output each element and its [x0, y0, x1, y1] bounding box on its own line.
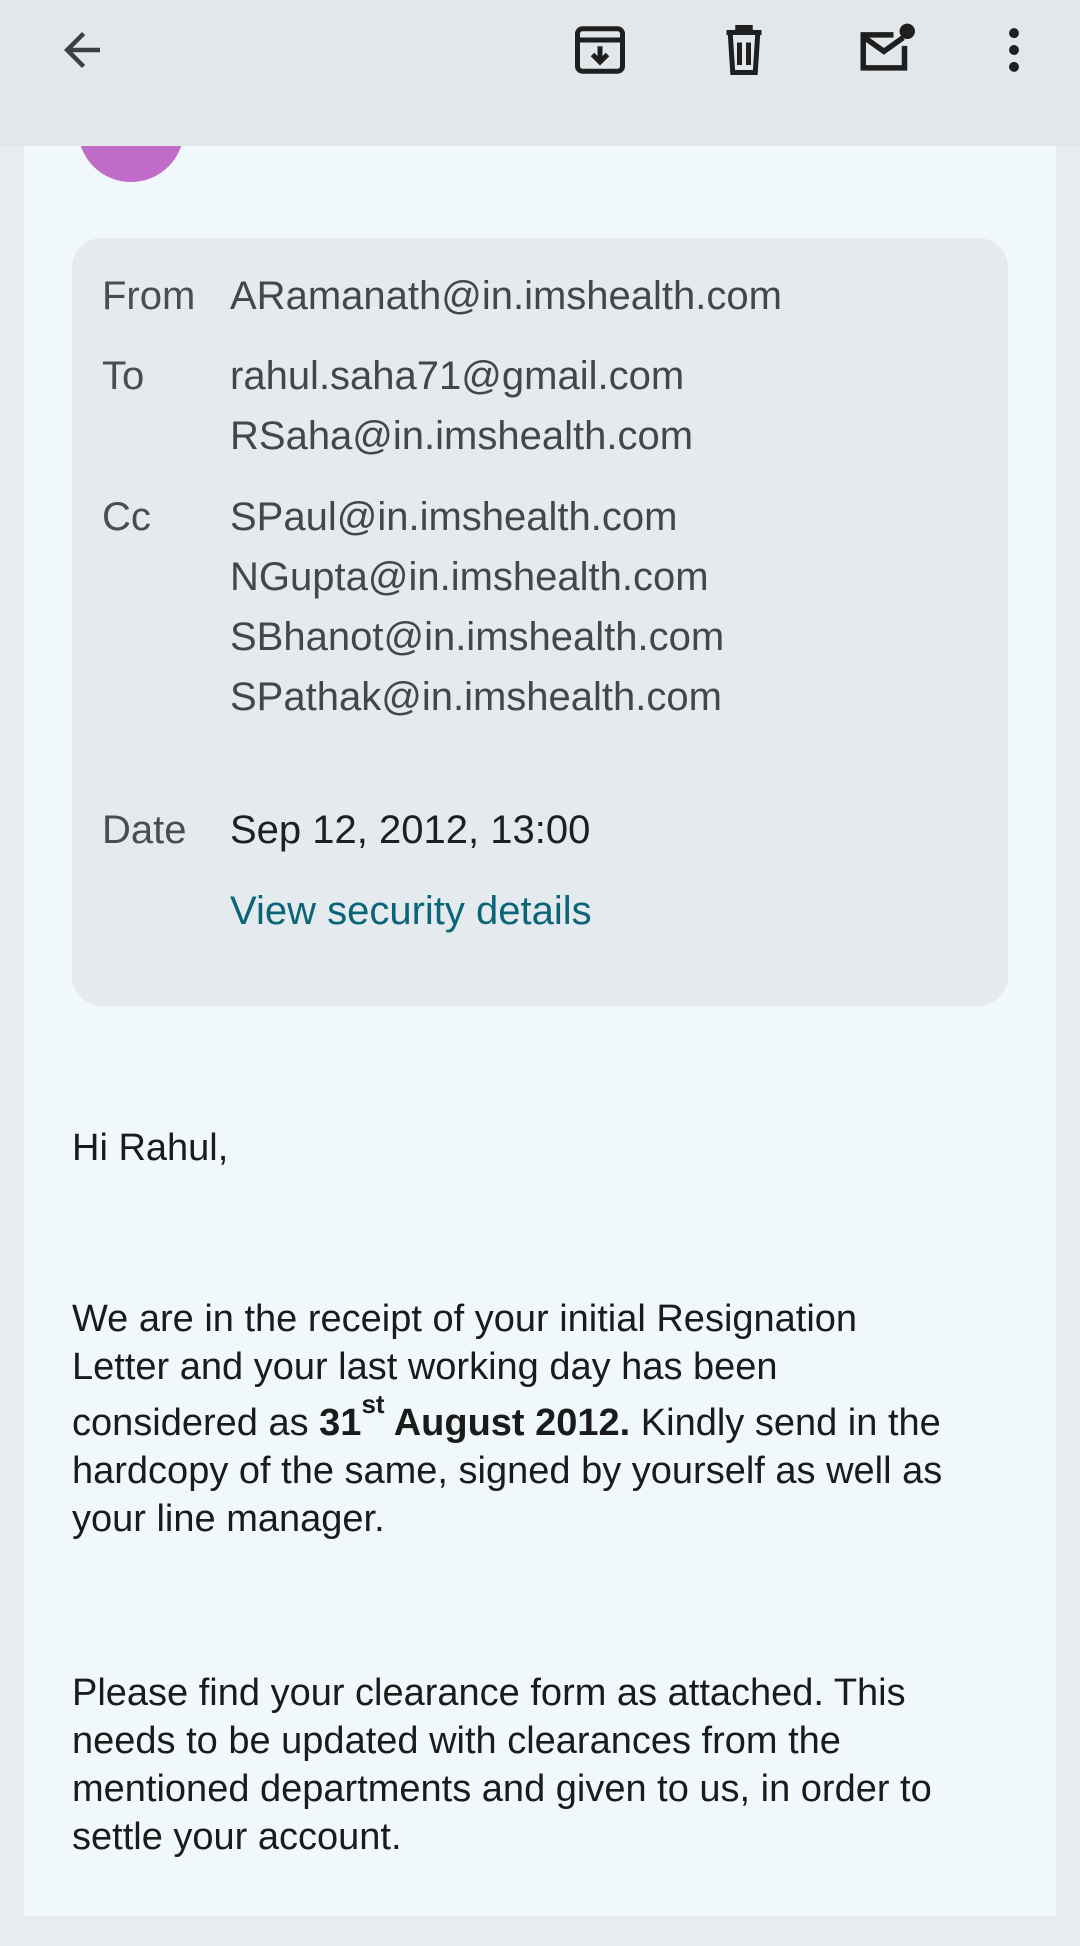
cc-address[interactable]: SBhanot@in.imshealth.com — [230, 607, 724, 667]
paragraph-text: considered as — [72, 1402, 320, 1444]
more-options-button[interactable] — [974, 10, 1054, 90]
date-value: Sep 12, 2012, 13:00 — [230, 808, 591, 852]
email-greeting: Hi Rahul, — [72, 1124, 1032, 1172]
cc-label: Cc — [102, 495, 151, 539]
view-security-details-link[interactable]: View security details — [230, 881, 592, 941]
more-vert-icon — [1009, 28, 1019, 72]
cc-address[interactable]: SPathak@in.imshealth.com — [230, 667, 724, 727]
greeting-text: Hi Rahul, — [72, 1127, 229, 1169]
paragraph-text: Kindly send in the — [630, 1402, 941, 1444]
from-label: From — [102, 274, 196, 318]
message-card: ... , ... , ... From ARamanath@in.imshea… — [24, 146, 1056, 1916]
email-paragraph-2: Please find your clearance form as attac… — [72, 1669, 1032, 1861]
cc-address[interactable]: NGupta@in.imshealth.com — [230, 547, 724, 607]
arrow-back-icon — [64, 32, 100, 68]
to-label: To — [102, 354, 145, 398]
paragraph-line: your line manager. — [72, 1498, 385, 1540]
trash-icon — [726, 25, 762, 75]
back-button[interactable] — [42, 10, 122, 90]
paragraph-line: needs to be updated with clearances from… — [72, 1720, 841, 1762]
sender-avatar[interactable] — [78, 146, 184, 182]
paragraph-line: Please find your clearance form as attac… — [72, 1672, 906, 1714]
to-address[interactable]: rahul.saha71@gmail.com — [230, 346, 693, 406]
last-working-day: 31st August 2012. — [319, 1388, 631, 1444]
archive-button[interactable] — [560, 10, 640, 90]
top-app-bar — [0, 0, 1080, 146]
from-address[interactable]: ARamanath@in.imshealth.com — [230, 266, 782, 326]
cc-address[interactable]: SPaul@in.imshealth.com — [230, 487, 724, 547]
delete-button[interactable] — [704, 10, 784, 90]
archive-icon — [575, 26, 625, 74]
email-paragraph-1: We are in the receipt of your initial Re… — [72, 1295, 1032, 1543]
paragraph-line: considered as 31st August 2012. Kindly s… — [72, 1388, 1032, 1447]
paragraph-line: settle your account. — [72, 1816, 402, 1858]
date-label: Date — [102, 808, 187, 852]
paragraph-line: hardcopy of the same, signed by yourself… — [72, 1450, 943, 1492]
paragraph-line: mentioned departments and given to us, i… — [72, 1768, 932, 1810]
mark-unread-icon — [860, 23, 915, 71]
to-address[interactable]: RSaha@in.imshealth.com — [230, 406, 693, 466]
paragraph-line: Letter and your last working day has bee… — [72, 1346, 778, 1388]
sender-snippet: ... , ... , ... — [244, 146, 394, 148]
paragraph-line: We are in the receipt of your initial Re… — [72, 1298, 858, 1340]
mark-unread-button[interactable] — [848, 10, 928, 90]
message-details-panel: From ARamanath@in.imshealth.com To rahul… — [72, 238, 1008, 1006]
